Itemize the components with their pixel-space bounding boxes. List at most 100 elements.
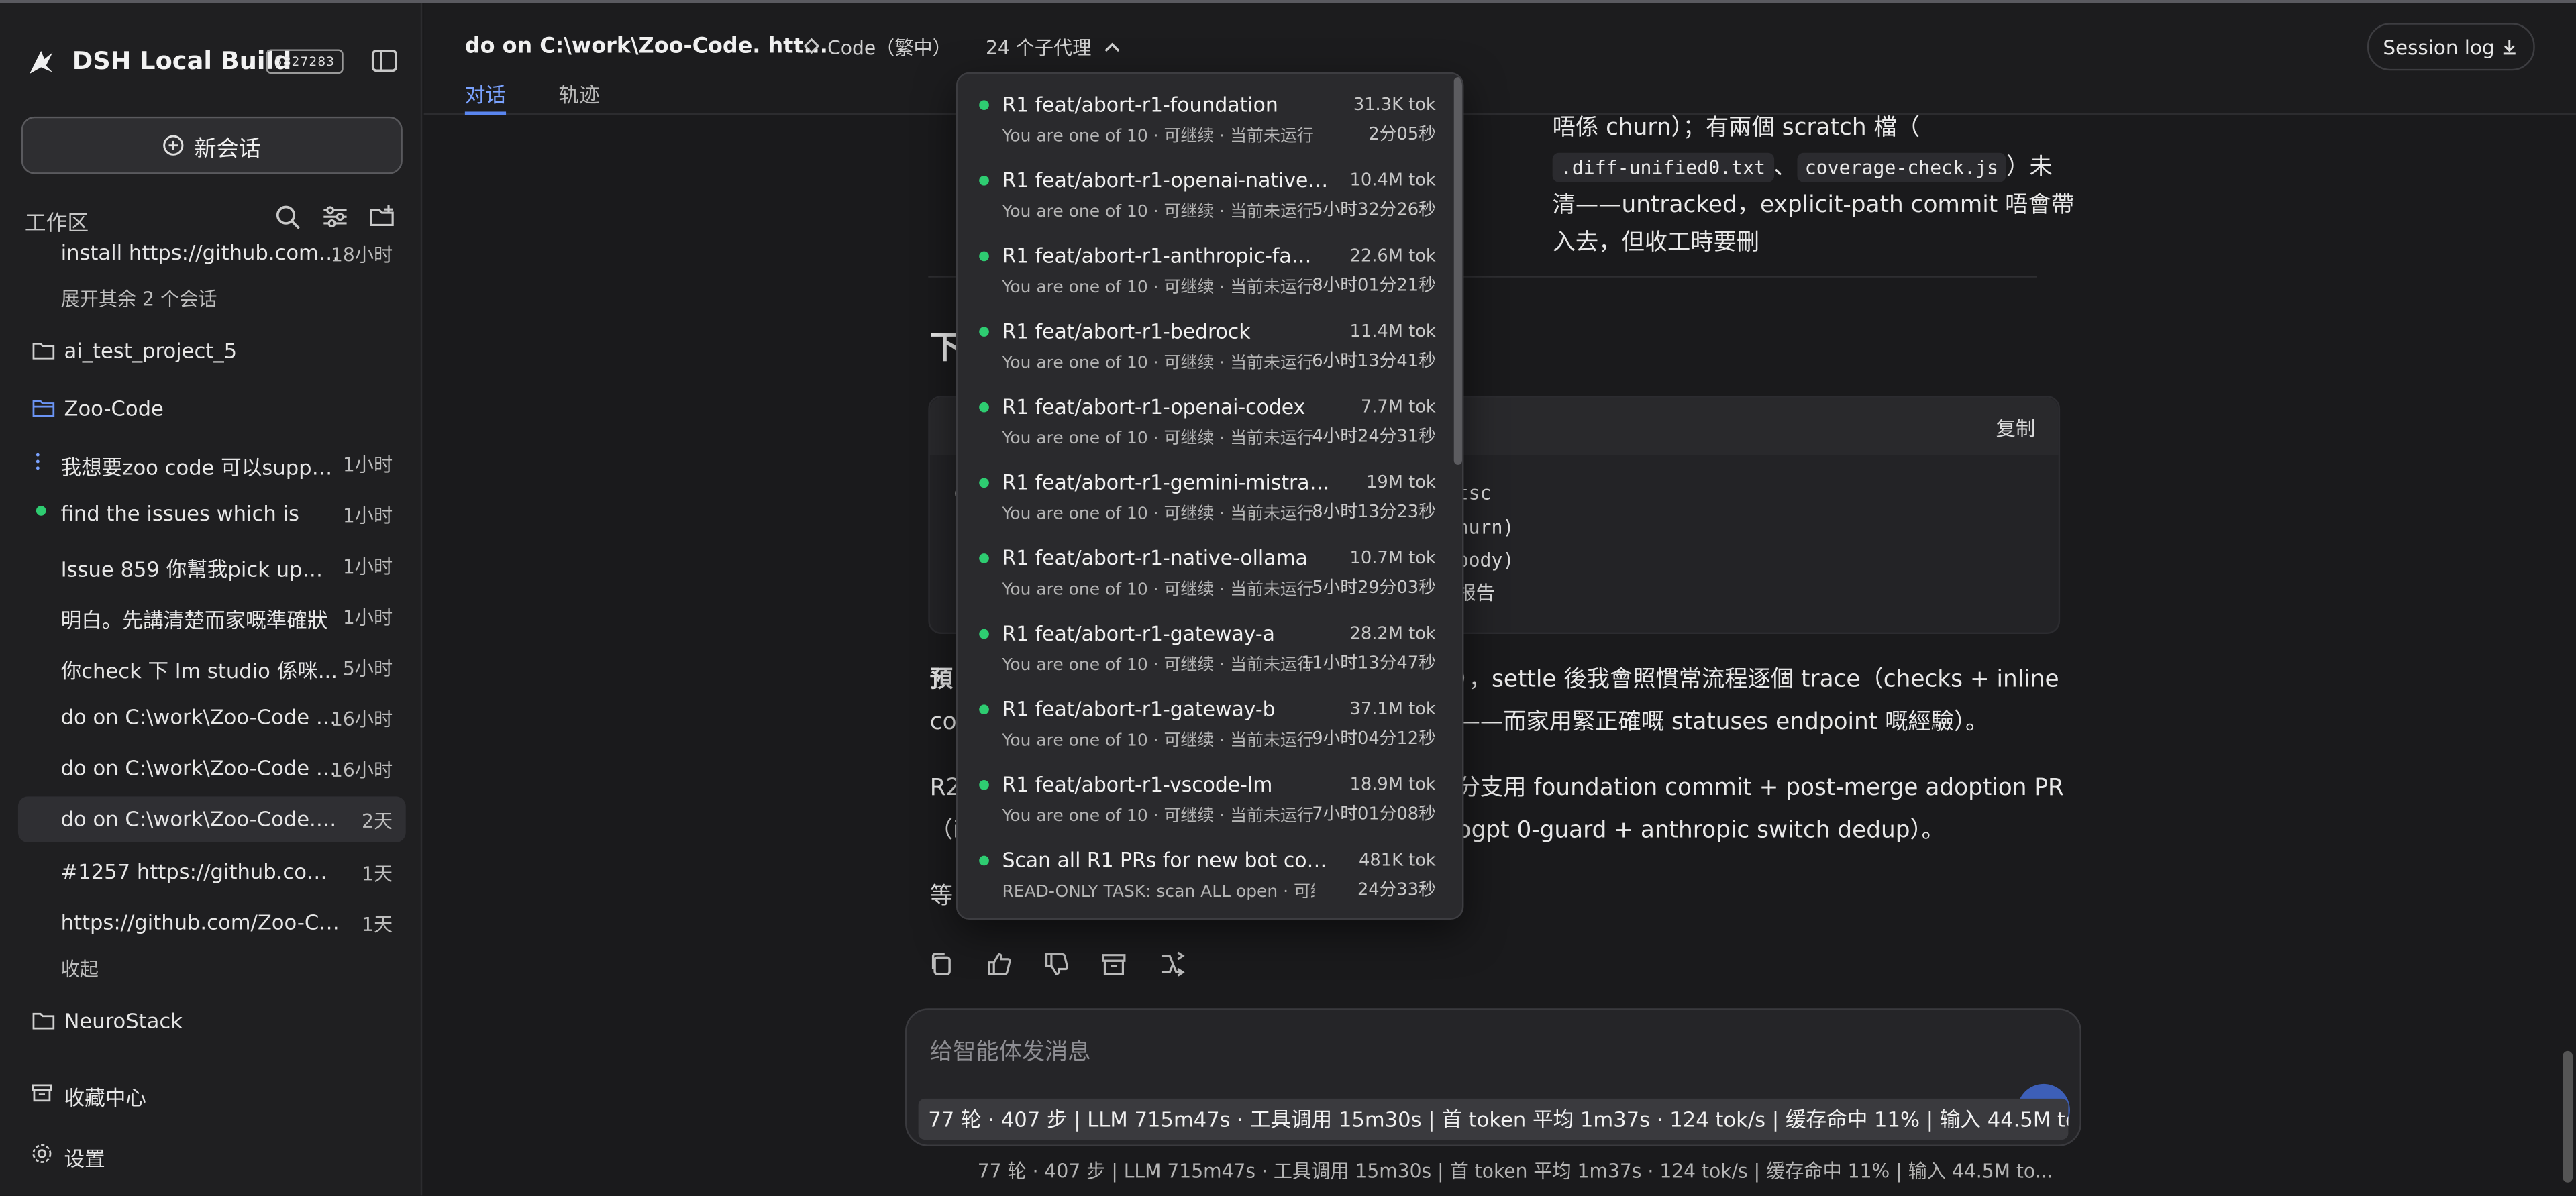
- usage-stats-tooltip: 77 轮 · 407 步 | LLM 715m47s · 工具调用 15m30s…: [918, 1098, 2069, 1140]
- subagent-item[interactable]: Scan all R1 PRs for new bot comments READ…: [958, 829, 1450, 905]
- subagent-tokens: 37.1M tok: [1349, 699, 1436, 720]
- subagent-name: R1 feat/abort-r1-vscode-lm: [1002, 773, 1273, 797]
- session-item[interactable]: #1257 https://github.com/Zo... 1天: [18, 849, 406, 895]
- message-text: ——而家用緊正確嘅 statuses endpoint 嘅經驗）。: [1457, 709, 1989, 736]
- session-item[interactable]: install https://github.com/... 18小时: [18, 230, 406, 276]
- search-icon[interactable]: [272, 202, 302, 231]
- subagent-name: R1 feat/abort-r1-openai-native-c...: [1002, 169, 1331, 193]
- subagent-item[interactable]: R1 feat/abort-r1-gateway-a You are one of…: [958, 603, 1450, 679]
- session-item[interactable]: 你check 下 lm studio 係咪... 5小时: [18, 644, 406, 690]
- tab-trace[interactable]: 轨迹: [558, 77, 599, 109]
- subagents-label: 24 个子代理: [985, 36, 1092, 60]
- subagent-tokens: 31.3K tok: [1353, 95, 1436, 115]
- session-item[interactable]: Issue 859 你幫我pick up條pr 1小时: [18, 542, 406, 588]
- toggle-sidebar-icon[interactable]: [370, 46, 399, 76]
- new-folder-icon[interactable]: [368, 202, 397, 231]
- message-text: 分支用 foundation commit + post-merge adopt…: [1457, 775, 2064, 802]
- subagent-item[interactable]: R1 feat/abort-r1-bedrock You are one of 1…: [958, 301, 1450, 376]
- settings-menu-item[interactable]: 设置: [18, 1132, 406, 1178]
- folder-label: Zoo-Code: [64, 396, 164, 421]
- subagent-tokens: 22.6M tok: [1349, 246, 1436, 266]
- favorites-menu-item[interactable]: 收藏中心: [18, 1071, 406, 1117]
- subagent-item[interactable]: R1 feat/abort-r1-gemini-mistral-lite You …: [958, 451, 1450, 527]
- subagent-tokens: 11.4M tok: [1349, 321, 1436, 342]
- code-line: body): [1457, 548, 1514, 572]
- subagent-item[interactable]: R1 feat/abort-r1-native-ollama You are on…: [958, 527, 1450, 603]
- inline-code: coverage-check.js: [1796, 152, 2007, 182]
- tab-chat[interactable]: 对话: [464, 77, 507, 115]
- session-time: 16小时: [330, 708, 393, 731]
- session-title: find the issues which is: [60, 500, 300, 526]
- message-text: ogpt 0-guard + anthropic switch dedup）。: [1457, 818, 1945, 845]
- subagent-item[interactable]: R1 feat/abort-r1-openai-codex You are one…: [958, 376, 1450, 452]
- session-title: do on C:\work\Zoo-Code a...: [60, 704, 340, 730]
- session-log-button[interactable]: Session log: [2367, 23, 2535, 71]
- branch-icon[interactable]: [1157, 949, 1186, 979]
- session-title: 明白。先講清楚而家嘅準確狀: [60, 607, 328, 633]
- subagent-tokens: 7.7M tok: [1360, 397, 1436, 417]
- subagent-duration: 8小时01分21秒: [1312, 276, 1436, 296]
- subagent-name: R1 feat/abort-r1-bedrock: [1002, 320, 1251, 343]
- status-dot: [979, 779, 989, 790]
- subagent-status: You are one of 10 · 可继续 · 当前未运行: [1002, 430, 1314, 449]
- status-dot: [979, 553, 989, 563]
- mode-selector[interactable]: Code（繁中）: [802, 34, 951, 60]
- subagent-duration: 7小时01分08秒: [1312, 804, 1436, 825]
- copy-button[interactable]: 复制: [1996, 414, 2036, 442]
- message-input[interactable]: 给智能体发消息: [930, 1034, 1091, 1067]
- session-item[interactable]: find the issues which is 1小时: [18, 491, 406, 537]
- status-dot: [979, 629, 989, 639]
- filter-sliders-icon[interactable]: [320, 202, 350, 231]
- expand-more-sessions[interactable]: 展开其余 2 个会话: [61, 286, 217, 312]
- folder-ai-test-project-5[interactable]: ai_test_project_5: [18, 329, 406, 375]
- session-title: https://github.com/Zoo-Code...: [60, 910, 340, 935]
- session-time: 16小时: [330, 759, 393, 782]
- folder-icon: [32, 343, 55, 360]
- thumbs-down-icon[interactable]: [1041, 949, 1071, 979]
- session-item[interactable]: do on C:\work\Zoo-Code a... 16小时: [18, 695, 406, 741]
- folder-zoo-code[interactable]: Zoo-Code: [18, 386, 406, 432]
- code-line: hurn): [1457, 515, 1514, 539]
- top-header: do on C:\work\Zoo-Code. htt... Code（繁中） …: [423, 3, 2576, 115]
- subagent-item[interactable]: R1 feat/abort-r1-gateway-b You are one of…: [958, 678, 1450, 754]
- main-scrollbar[interactable]: [2563, 1050, 2573, 1183]
- dropdown-scrollbar[interactable]: [1453, 77, 1462, 465]
- session-title: install https://github.com/...: [60, 239, 340, 265]
- archive-icon[interactable]: [1099, 949, 1129, 979]
- subagent-item[interactable]: R1 feat/abort-r1-foundation You are one o…: [958, 74, 1450, 150]
- new-chat-button[interactable]: 新会话: [21, 116, 403, 174]
- status-dot: [979, 175, 989, 186]
- status-dot: [979, 704, 989, 715]
- session-item[interactable]: https://github.com/Zoo-Code... 1天: [18, 900, 406, 946]
- subagent-duration: 2分05秒: [1368, 125, 1436, 145]
- message-text: co: [929, 709, 957, 736]
- build-badge: 5827283: [266, 49, 344, 74]
- subagent-duration: 6小时13分41秒: [1312, 351, 1436, 372]
- session-title: 你check 下 lm studio 係咪...: [60, 658, 338, 684]
- subagent-name: R1 feat/abort-r1-anthropic-family: [1002, 244, 1331, 268]
- subagent-item[interactable]: R1 feat/abort-r1-anthropic-family You are…: [958, 225, 1450, 301]
- subagent-status: You are one of 10 · 可继续 · 当前未运行: [1002, 732, 1314, 751]
- folder-neurostack[interactable]: NeuroStack: [18, 999, 406, 1045]
- subagent-name: R1 feat/abort-r1-gateway-b: [1002, 698, 1276, 721]
- session-item-selected[interactable]: do on C:\work\Zoo-Code. htt... 2天: [17, 796, 406, 842]
- subagent-status: You are one of 10 · 可继续 · 当前未运行: [1002, 127, 1314, 146]
- subagents-toggle[interactable]: 24 个子代理: [986, 34, 1121, 60]
- subagent-item[interactable]: R1 feat/abort-r1-vscode-lm You are one of…: [958, 754, 1450, 830]
- usage-stats-footer: 77 轮 · 407 步 | LLM 715m47s · 工具调用 15m30s…: [977, 1159, 2053, 1183]
- session-title: Issue 859 你幫我pick up條pr: [60, 556, 340, 582]
- session-title: do on C:\work\Zoo-Code a...: [60, 755, 340, 780]
- folder-label: ai_test_project_5: [64, 338, 238, 364]
- thumbs-up-icon[interactable]: [984, 949, 1014, 979]
- session-time: 1小时: [342, 504, 393, 527]
- session-item[interactable]: 明白。先講清楚而家嘅準確狀 1小时: [18, 593, 406, 639]
- subagent-status: You are one of 10 · 可继续 · 当前未运行: [1002, 354, 1314, 373]
- subagent-item[interactable]: R1 feat/abort-r1-openai-native-c... You a…: [958, 150, 1450, 225]
- copy-icon[interactable]: [927, 949, 956, 979]
- subagent-duration: 24分33秒: [1357, 880, 1436, 900]
- session-item[interactable]: 我想要zoo code 可以suppo... 1小时: [18, 440, 406, 486]
- status-dot: [979, 251, 989, 262]
- collapse-sessions[interactable]: 收起: [61, 956, 99, 982]
- session-item[interactable]: do on C:\work\Zoo-Code a... 16小时: [18, 746, 406, 792]
- status-dot: [979, 402, 989, 413]
